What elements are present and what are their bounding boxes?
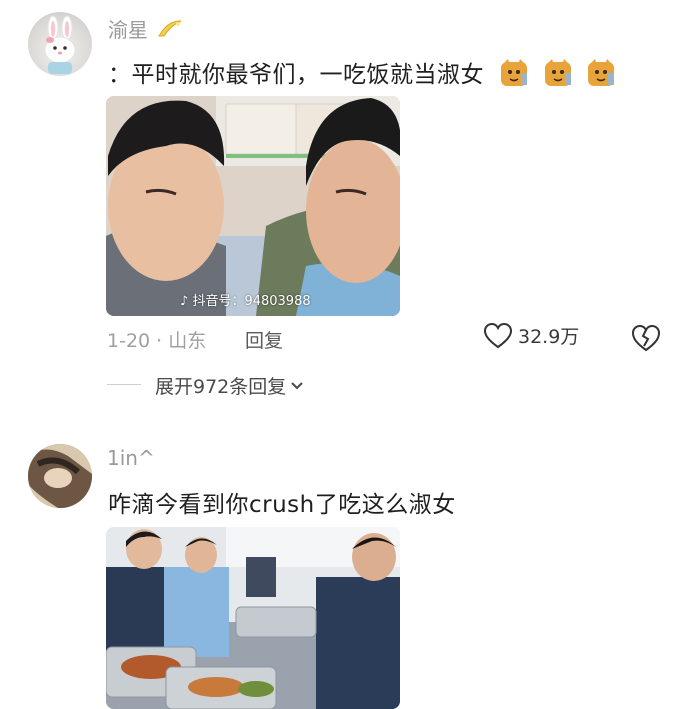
douyin-logo-icon: ♪ — [180, 294, 189, 309]
comment-date-location: 1-20 · 山东 — [107, 330, 207, 352]
like-count: 32.9万 — [518, 326, 580, 348]
comment-text: ：平时就你最爷们，一吃饭就当淑女 — [108, 55, 615, 89]
comment-username[interactable]: 渝星 — [108, 14, 184, 43]
comment-photo[interactable] — [106, 527, 400, 709]
avatar[interactable] — [28, 12, 92, 76]
broken-heart-icon[interactable] — [632, 324, 660, 352]
heart-icon — [484, 322, 512, 348]
username-text: 渝星 — [108, 18, 148, 42]
avatar[interactable] — [28, 444, 92, 508]
reply-button[interactable]: 回复 — [245, 326, 283, 353]
douyin-watermark: ♪ 抖音号：94803988 — [180, 290, 311, 309]
comment-thread: 渝星 ：平时就你最爷们，一吃饭就当淑女 ♪ 抖音号：94803988 1-20 … — [0, 0, 690, 709]
cat-emoji-icon — [500, 59, 527, 86]
expand-replies-label: 展开972条回复 — [155, 376, 287, 398]
comment-photo[interactable]: ♪ 抖音号：94803988 — [106, 96, 400, 316]
chevron-down-icon — [291, 381, 303, 389]
expand-divider — [107, 384, 141, 385]
star-badge-icon — [158, 20, 182, 37]
cat-emoji-icon — [588, 59, 615, 86]
bunny-avatar-icon — [44, 15, 76, 74]
photo-content — [106, 96, 400, 316]
comment-text-content: ：平时就你最爷们，一吃饭就当淑女 — [108, 62, 484, 88]
comment-text: 咋滴今看到你crush了吃这么淑女 — [108, 492, 456, 518]
like-button[interactable]: 32.9万 — [484, 322, 579, 349]
expand-replies-button[interactable]: 展开972条回复 — [155, 372, 304, 399]
photo-content — [106, 527, 400, 709]
watermark-text: 抖音号：94803988 — [192, 294, 311, 309]
user-avatar-photo — [28, 444, 92, 508]
cat-emoji-icon — [544, 59, 571, 86]
comment-username[interactable]: 1in^ — [107, 446, 155, 470]
